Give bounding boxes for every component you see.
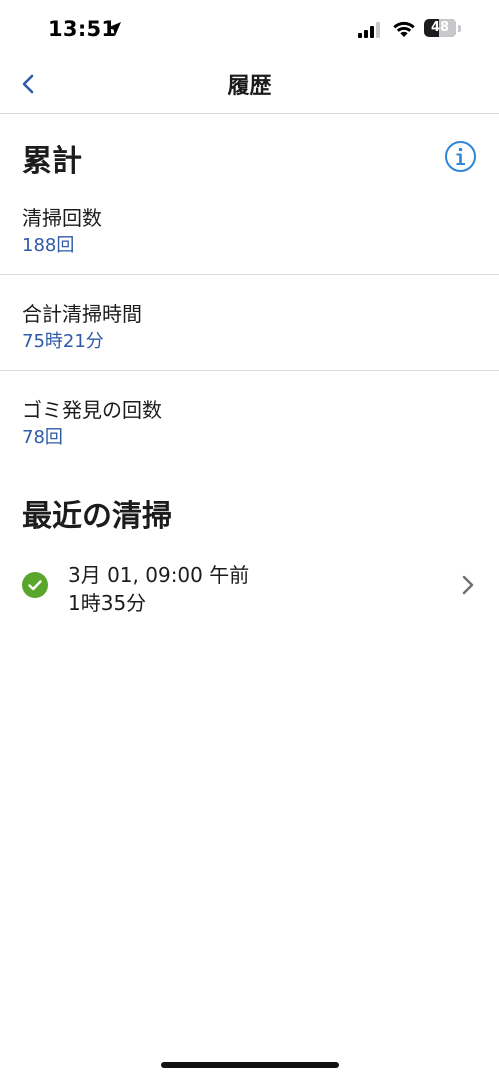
battery-indicator: 48: [424, 19, 462, 39]
recent-item-duration: 1時35分: [68, 591, 147, 615]
stat-value: 188回: [22, 235, 75, 256]
recent-item-date: 3月 01, 09:00 午前: [68, 563, 250, 587]
recent-heading: 最近の清掃: [22, 499, 172, 534]
wifi-icon: [393, 21, 415, 37]
stat-row-total-time: 合計清掃時間 75時21分: [0, 292, 499, 370]
stat-label: 清掃回数: [22, 206, 102, 230]
stat-label: ゴミ発見の回数: [22, 398, 162, 422]
cellular-signal-icon: [358, 22, 380, 38]
chevron-right-icon: [462, 575, 474, 595]
page-title: 履歴: [227, 74, 272, 99]
divider: [0, 274, 499, 275]
stat-row-clean-count: 清掃回数 188回: [0, 196, 499, 274]
check-circle-icon: [22, 572, 48, 598]
home-indicator[interactable]: [161, 1062, 339, 1068]
summary-heading: 累計: [22, 144, 82, 179]
stat-value: 78回: [22, 427, 63, 448]
info-icon[interactable]: [444, 140, 477, 173]
nav-bar: 履歴: [0, 62, 499, 114]
status-bar: 13:51 48: [0, 0, 499, 62]
battery-level: 48: [430, 20, 450, 35]
divider: [0, 370, 499, 371]
location-arrow-icon: [107, 22, 121, 36]
stat-label: 合計清掃時間: [22, 302, 142, 326]
stat-row-debris-count: ゴミ発見の回数 78回: [0, 388, 499, 466]
stat-value: 75時21分: [22, 331, 104, 352]
recent-cleaning-item[interactable]: 3月 01, 09:00 午前 1時35分: [0, 548, 499, 624]
